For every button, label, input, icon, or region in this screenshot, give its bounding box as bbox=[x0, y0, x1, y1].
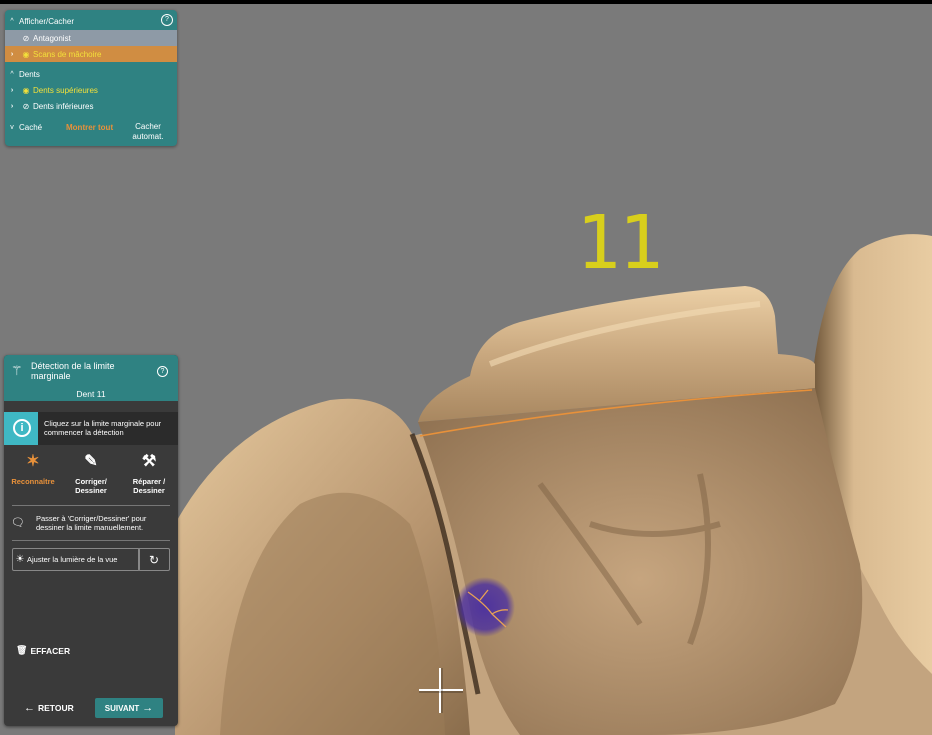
info-text: Cliquez sur la limite marginale pour com… bbox=[44, 419, 162, 437]
auto-hide-button[interactable]: Cacher automat. bbox=[123, 122, 173, 142]
eye-off-icon[interactable]: ⊘ bbox=[19, 34, 33, 43]
arrow-left-icon: ← bbox=[24, 702, 35, 714]
layer-label: Dents inférieures bbox=[33, 101, 94, 111]
eye-off-icon[interactable]: ⊘ bbox=[19, 102, 33, 111]
teeth-section-header[interactable]: ^ Dents bbox=[5, 66, 177, 82]
layer-upper-teeth[interactable]: › ◉ Dents supérieures bbox=[5, 82, 177, 98]
chevron-up-icon[interactable]: ^ bbox=[5, 18, 19, 25]
repair-wand-icon: ⚒ bbox=[141, 453, 157, 470]
magic-wand-icon: ✶ bbox=[26, 453, 40, 470]
comment-icon: 🗨 bbox=[11, 517, 25, 529]
visibility-header[interactable]: ^ Afficher/Cacher bbox=[5, 13, 177, 29]
correct-draw-tool-button[interactable]: ✎ Corriger/ Dessiner bbox=[62, 451, 120, 495]
lightbulb-icon: ☀ bbox=[15, 554, 25, 565]
margin-panel-header: ⚚ Détection de la limite marginale ? Den… bbox=[4, 355, 178, 401]
eye-icon[interactable]: ◉ bbox=[19, 86, 33, 95]
visibility-panel: ^ Afficher/Cacher ? ⊘ Antagonist › ◉ Sca… bbox=[5, 10, 177, 146]
info-icon: i bbox=[13, 419, 31, 437]
refresh-icon: ↻ bbox=[148, 552, 160, 567]
divider bbox=[12, 505, 170, 506]
chevron-right-icon[interactable]: › bbox=[5, 87, 19, 94]
divider bbox=[12, 540, 170, 541]
refresh-light-button[interactable]: ↻ bbox=[138, 548, 170, 571]
layer-label: Antagonist bbox=[33, 33, 71, 43]
help-icon[interactable]: ? bbox=[157, 366, 168, 377]
recognize-tool-button[interactable]: ✶ Reconnaître bbox=[4, 451, 62, 486]
hint-text: Passer à 'Corriger/Dessiner' pour dessin… bbox=[36, 514, 147, 532]
next-button[interactable]: SUIVANT → bbox=[95, 698, 163, 718]
tooth-number-label: 11 bbox=[576, 200, 663, 286]
eye-icon[interactable]: ◉ bbox=[19, 50, 33, 59]
visibility-title: Afficher/Cacher bbox=[19, 16, 74, 26]
trash-icon: 🗑 bbox=[16, 645, 28, 655]
info-box: i Cliquez sur la limite marginale pour c… bbox=[4, 412, 178, 445]
magic-wand-icon: ⚚ bbox=[11, 363, 23, 378]
help-icon[interactable]: ? bbox=[161, 14, 173, 26]
chevron-down-icon[interactable]: v bbox=[5, 124, 19, 131]
show-all-button[interactable]: Montrer tout bbox=[66, 123, 113, 132]
layer-jaw-scans[interactable]: › ◉ Scans de mâchoire bbox=[5, 46, 177, 62]
repair-draw-tool-button[interactable]: ⚒ Réparer / Dessiner bbox=[120, 451, 178, 495]
layer-label: Scans de mâchoire bbox=[33, 49, 102, 59]
teeth-section-title: Dents bbox=[19, 69, 40, 79]
brush-cursor bbox=[455, 577, 515, 637]
layer-antagonist[interactable]: ⊘ Antagonist bbox=[5, 30, 177, 46]
back-button[interactable]: ← RETOUR bbox=[24, 702, 74, 714]
chevron-right-icon[interactable]: › bbox=[5, 51, 19, 58]
pencil-icon: ✎ bbox=[84, 453, 98, 470]
layer-label: Dents supérieures bbox=[33, 85, 98, 95]
chevron-right-icon[interactable]: › bbox=[5, 103, 19, 110]
clear-button[interactable]: 🗑 EFFACER bbox=[16, 645, 70, 656]
adjust-light-button[interactable]: ☀ Ajuster la lumière de la vue bbox=[12, 548, 140, 571]
margin-panel-title: Détection de la limite marginale bbox=[31, 361, 115, 381]
hidden-label: Caché bbox=[19, 122, 43, 132]
tooth-number: Dent 11 bbox=[76, 389, 106, 399]
margin-detection-panel: ⚚ Détection de la limite marginale ? Den… bbox=[4, 355, 178, 726]
layer-lower-teeth[interactable]: › ⊘ Dents inférieures bbox=[5, 98, 177, 114]
chevron-up-icon[interactable]: ^ bbox=[5, 71, 19, 78]
arrow-right-icon: → bbox=[142, 702, 154, 714]
